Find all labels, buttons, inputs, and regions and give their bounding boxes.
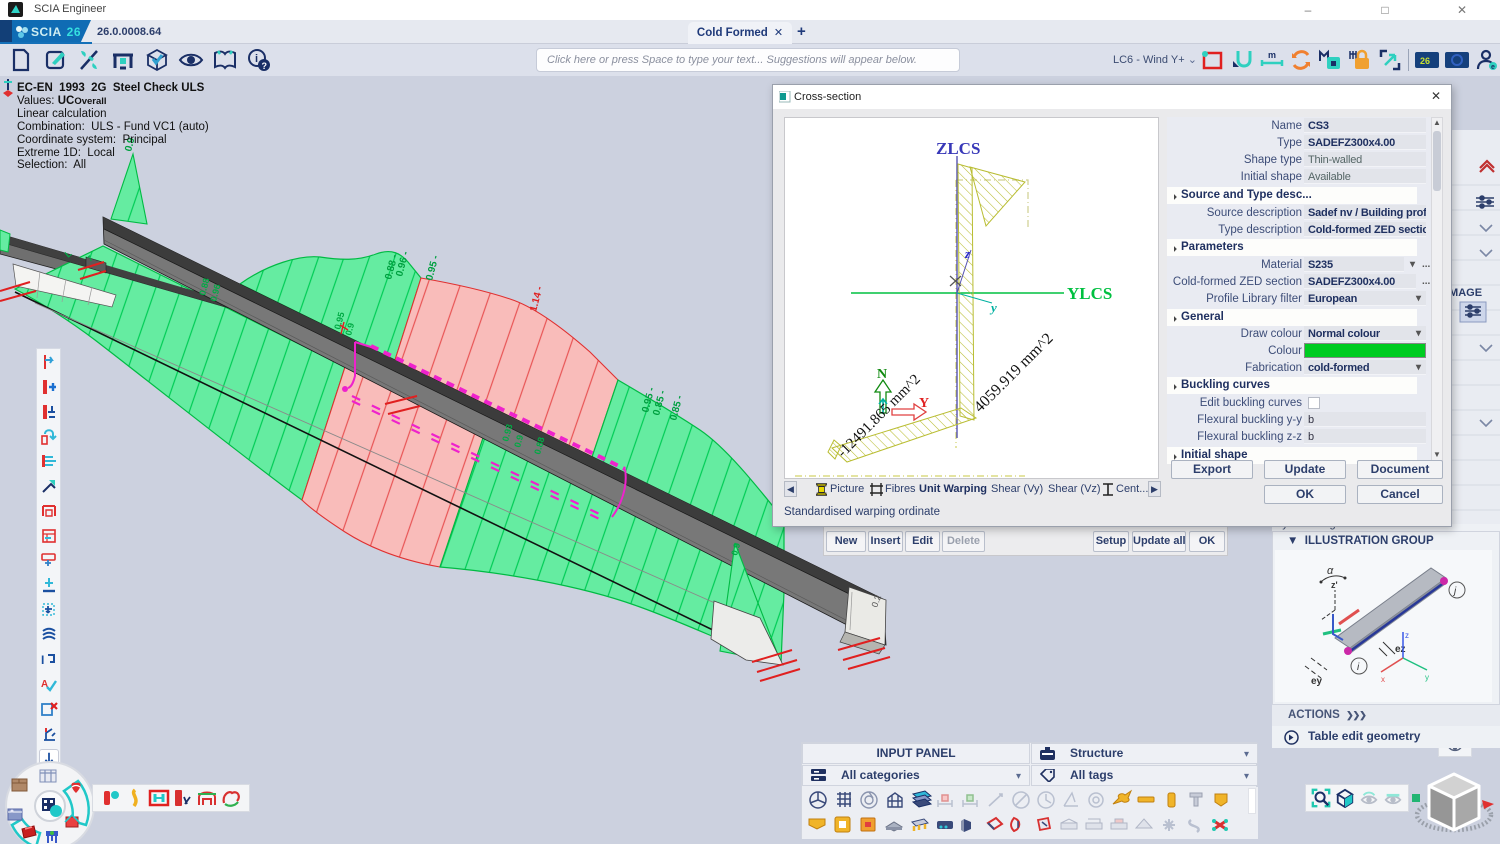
svg-text:26: 26 (1420, 56, 1430, 66)
svg-text:?: ? (262, 61, 268, 71)
svg-text:ey: ey (1311, 676, 1323, 687)
svg-text:z: z (964, 246, 971, 261)
svg-text:y: y (989, 300, 997, 315)
svg-text:j: j (1452, 586, 1457, 597)
svg-text:α: α (1327, 565, 1334, 577)
svg-text:i: i (1357, 662, 1360, 673)
svg-text:N: N (877, 367, 887, 382)
svg-text:x: x (1381, 675, 1385, 684)
svg-text:ZLCS: ZLCS (936, 139, 980, 158)
svg-text:4059.919 mm^2: 4059.919 mm^2 (971, 330, 1057, 416)
svg-text:z': z' (1331, 580, 1338, 590)
svg-text:e: e (1491, 64, 1495, 71)
svg-text:Y: Y (919, 396, 929, 411)
svg-text:m: m (1268, 50, 1276, 60)
svg-text:ez: ez (1395, 644, 1406, 655)
svg-text:I: I (41, 653, 44, 667)
svg-text:z: z (1405, 631, 1409, 640)
svg-text:i: i (255, 53, 258, 65)
svg-text:YLCS: YLCS (1067, 284, 1112, 303)
svg-text:y: y (1425, 673, 1429, 682)
